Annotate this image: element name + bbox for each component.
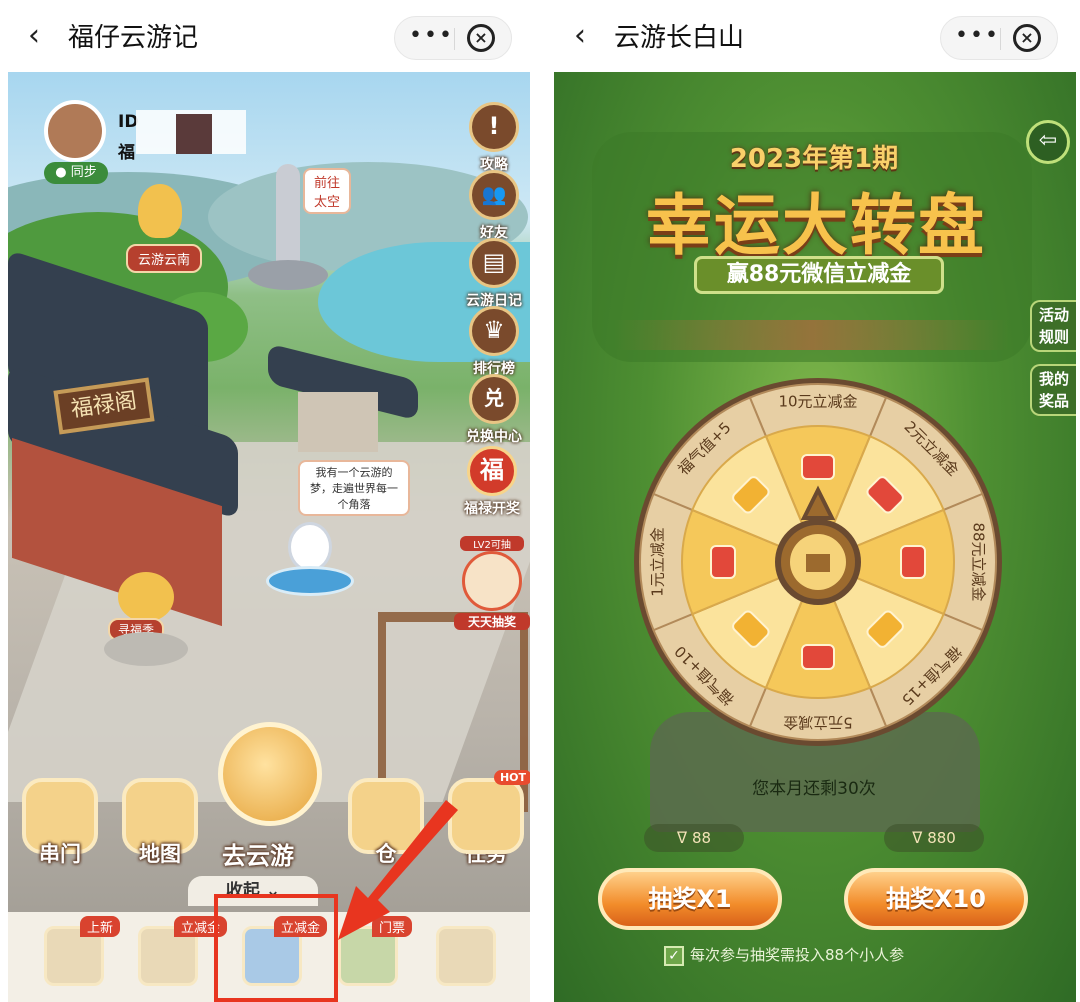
map-label: 地图 (139, 842, 181, 866)
capsule-divider (1000, 28, 1001, 50)
close-circle-icon[interactable]: × (1013, 24, 1041, 52)
hot-badge: HOT (493, 770, 530, 785)
fulu-lottery-button[interactable]: 福 福禄开奖 (458, 446, 526, 518)
prize-wheel[interactable]: 10元立减金2元立减金88元立减金福气值+155元立减金福气值+101元立减金福… (628, 372, 1008, 752)
stat-value: 88 (691, 829, 712, 847)
side-building (298, 392, 378, 452)
dream-bubble: 我有一个云游的梦，走遍世界每一个角落 (298, 460, 410, 516)
redacted-block (176, 114, 212, 154)
exchange-icon: 兑 (469, 374, 519, 424)
exclamation-icon: ! (469, 102, 519, 152)
back-icon[interactable]: ‹ (574, 21, 602, 51)
friends-icon: 👥 (469, 170, 519, 220)
map-button[interactable]: 地图 (118, 778, 202, 868)
sync-badge[interactable]: ● 同步 (44, 162, 108, 184)
page-title: 云游长白山 (614, 23, 745, 53)
saucer (266, 566, 354, 596)
consent-row: ✓ 每次参与抽奖需投入88个小人参 (664, 944, 984, 966)
consent-checkbox[interactable]: ✓ (664, 945, 684, 966)
wheel-segment-label: 5元立减金 (783, 714, 853, 732)
side-button-diary[interactable]: ▤ 云游日记 (466, 238, 522, 310)
avatar[interactable] (44, 100, 106, 162)
left-phone-screen: ‹ 福仔云游记 ••• × 福禄阁 前往 太空 云游云南 我有一个云游的梦，走遍… (0, 0, 530, 1002)
wheel-segment-label: 1元立减金 (649, 527, 667, 597)
daily-draw-button[interactable]: LV2可抽 天天抽奖 (454, 536, 530, 630)
more-dots-icon[interactable]: ••• (409, 23, 454, 48)
daily-draw-label: 天天抽奖 (454, 613, 530, 630)
red-packet-icon (801, 454, 835, 480)
lottery-wheel-icon (462, 551, 522, 611)
side-button-strategy[interactable]: ! 攻略 (466, 102, 522, 174)
page-title: 福仔云游记 (68, 23, 199, 53)
astronaut (288, 522, 332, 572)
yunnan-tag[interactable]: 云游云南 (126, 244, 203, 273)
space-bubble[interactable]: 前往 太空 (303, 168, 351, 214)
nav-bar: ‹ 云游长白山 ••• × (546, 0, 1076, 72)
go-travel-button[interactable] (218, 722, 322, 826)
rules-tab[interactable]: 活动 规则 (1030, 300, 1076, 352)
gift-icon (806, 554, 830, 572)
lottery-scene: 2023年第1期 幸运大转盘 赢88元微信立减金 ⇦ 活动 规则 我的 奖品 1… (554, 72, 1076, 1002)
draw-ten-button[interactable]: 抽奖X10 (844, 868, 1028, 930)
ginseng-stat-left: ᐁ 88 (644, 824, 744, 852)
rocket-base (248, 260, 328, 290)
capsule-menu: ••• × (940, 16, 1058, 60)
nav-bar: ‹ 福仔云游记 ••• × (0, 0, 530, 72)
stone-table (104, 632, 188, 666)
banner-period: 2023年第1期 (729, 144, 899, 174)
consent-text: 每次参与抽奖需投入88个小人参 (690, 946, 905, 964)
go-travel-label: 去云游 (222, 842, 294, 870)
sync-label: 同步 (70, 165, 97, 180)
fu-label: 福 (118, 143, 135, 163)
capsule-menu: ••• × (394, 16, 512, 60)
red-packet-icon (710, 545, 736, 579)
visit-label: 串门 (39, 842, 81, 866)
visit-button[interactable]: 串门 (18, 778, 102, 868)
rocket-body (276, 164, 300, 274)
stat-value: 880 (927, 829, 956, 847)
red-packet-icon (900, 545, 926, 579)
fulu-lottery-label: 福禄开奖 (464, 501, 520, 517)
ginseng-icon: ᐁ (676, 829, 688, 847)
draw-one-button[interactable]: 抽奖X1 (598, 868, 782, 930)
pointer-arrow (338, 800, 458, 940)
ranking-icon: ♛ (469, 306, 519, 356)
my-prizes-tab[interactable]: 我的 奖品 (1030, 364, 1076, 416)
side-button-exchange[interactable]: 兑 兑换中心 (466, 374, 522, 446)
capsule-divider (454, 28, 455, 50)
wheel-segment-label: 88元立减金 (970, 522, 988, 601)
diary-icon: ▤ (469, 238, 519, 288)
xunfu-character[interactable] (118, 572, 174, 622)
exit-icon[interactable]: ⇦ (1026, 120, 1070, 164)
marquee-bar (614, 320, 1010, 350)
wheel-segment-label: 10元立减金 (778, 393, 857, 411)
remaining-count: 您本月还剩30次 (752, 779, 876, 799)
side-button-ranking[interactable]: ♛ 排行榜 (466, 306, 522, 378)
side-button-friends[interactable]: 👥 好友 (466, 170, 522, 242)
wechat-icon: ● (55, 165, 67, 180)
yunnan-character[interactable] (138, 184, 182, 238)
banner-subtitle: 赢88元微信立减金 (694, 256, 944, 294)
daily-draw-unlock: LV2可抽 (460, 536, 524, 551)
banner-title: 幸运大转盘 (646, 187, 986, 264)
ginseng-stat-right: ᐁ 880 (884, 824, 984, 852)
side-button-label: 兑换中心 (466, 429, 522, 445)
tray-badge: 上新 (80, 916, 121, 937)
fu-bag-icon: 福 (467, 446, 517, 496)
right-phone-screen: ‹ 云游长白山 ••• × 2023年第1期 幸运大转盘 赢88元微信立减金 ⇦… (546, 0, 1076, 1002)
ginseng-icon: ᐁ (912, 829, 923, 847)
close-circle-icon[interactable]: × (467, 24, 495, 52)
astronaut-saucer[interactable] (266, 522, 354, 600)
red-packet-icon (801, 644, 835, 670)
more-dots-icon[interactable]: ••• (955, 23, 1000, 48)
back-icon[interactable]: ‹ (28, 21, 56, 51)
